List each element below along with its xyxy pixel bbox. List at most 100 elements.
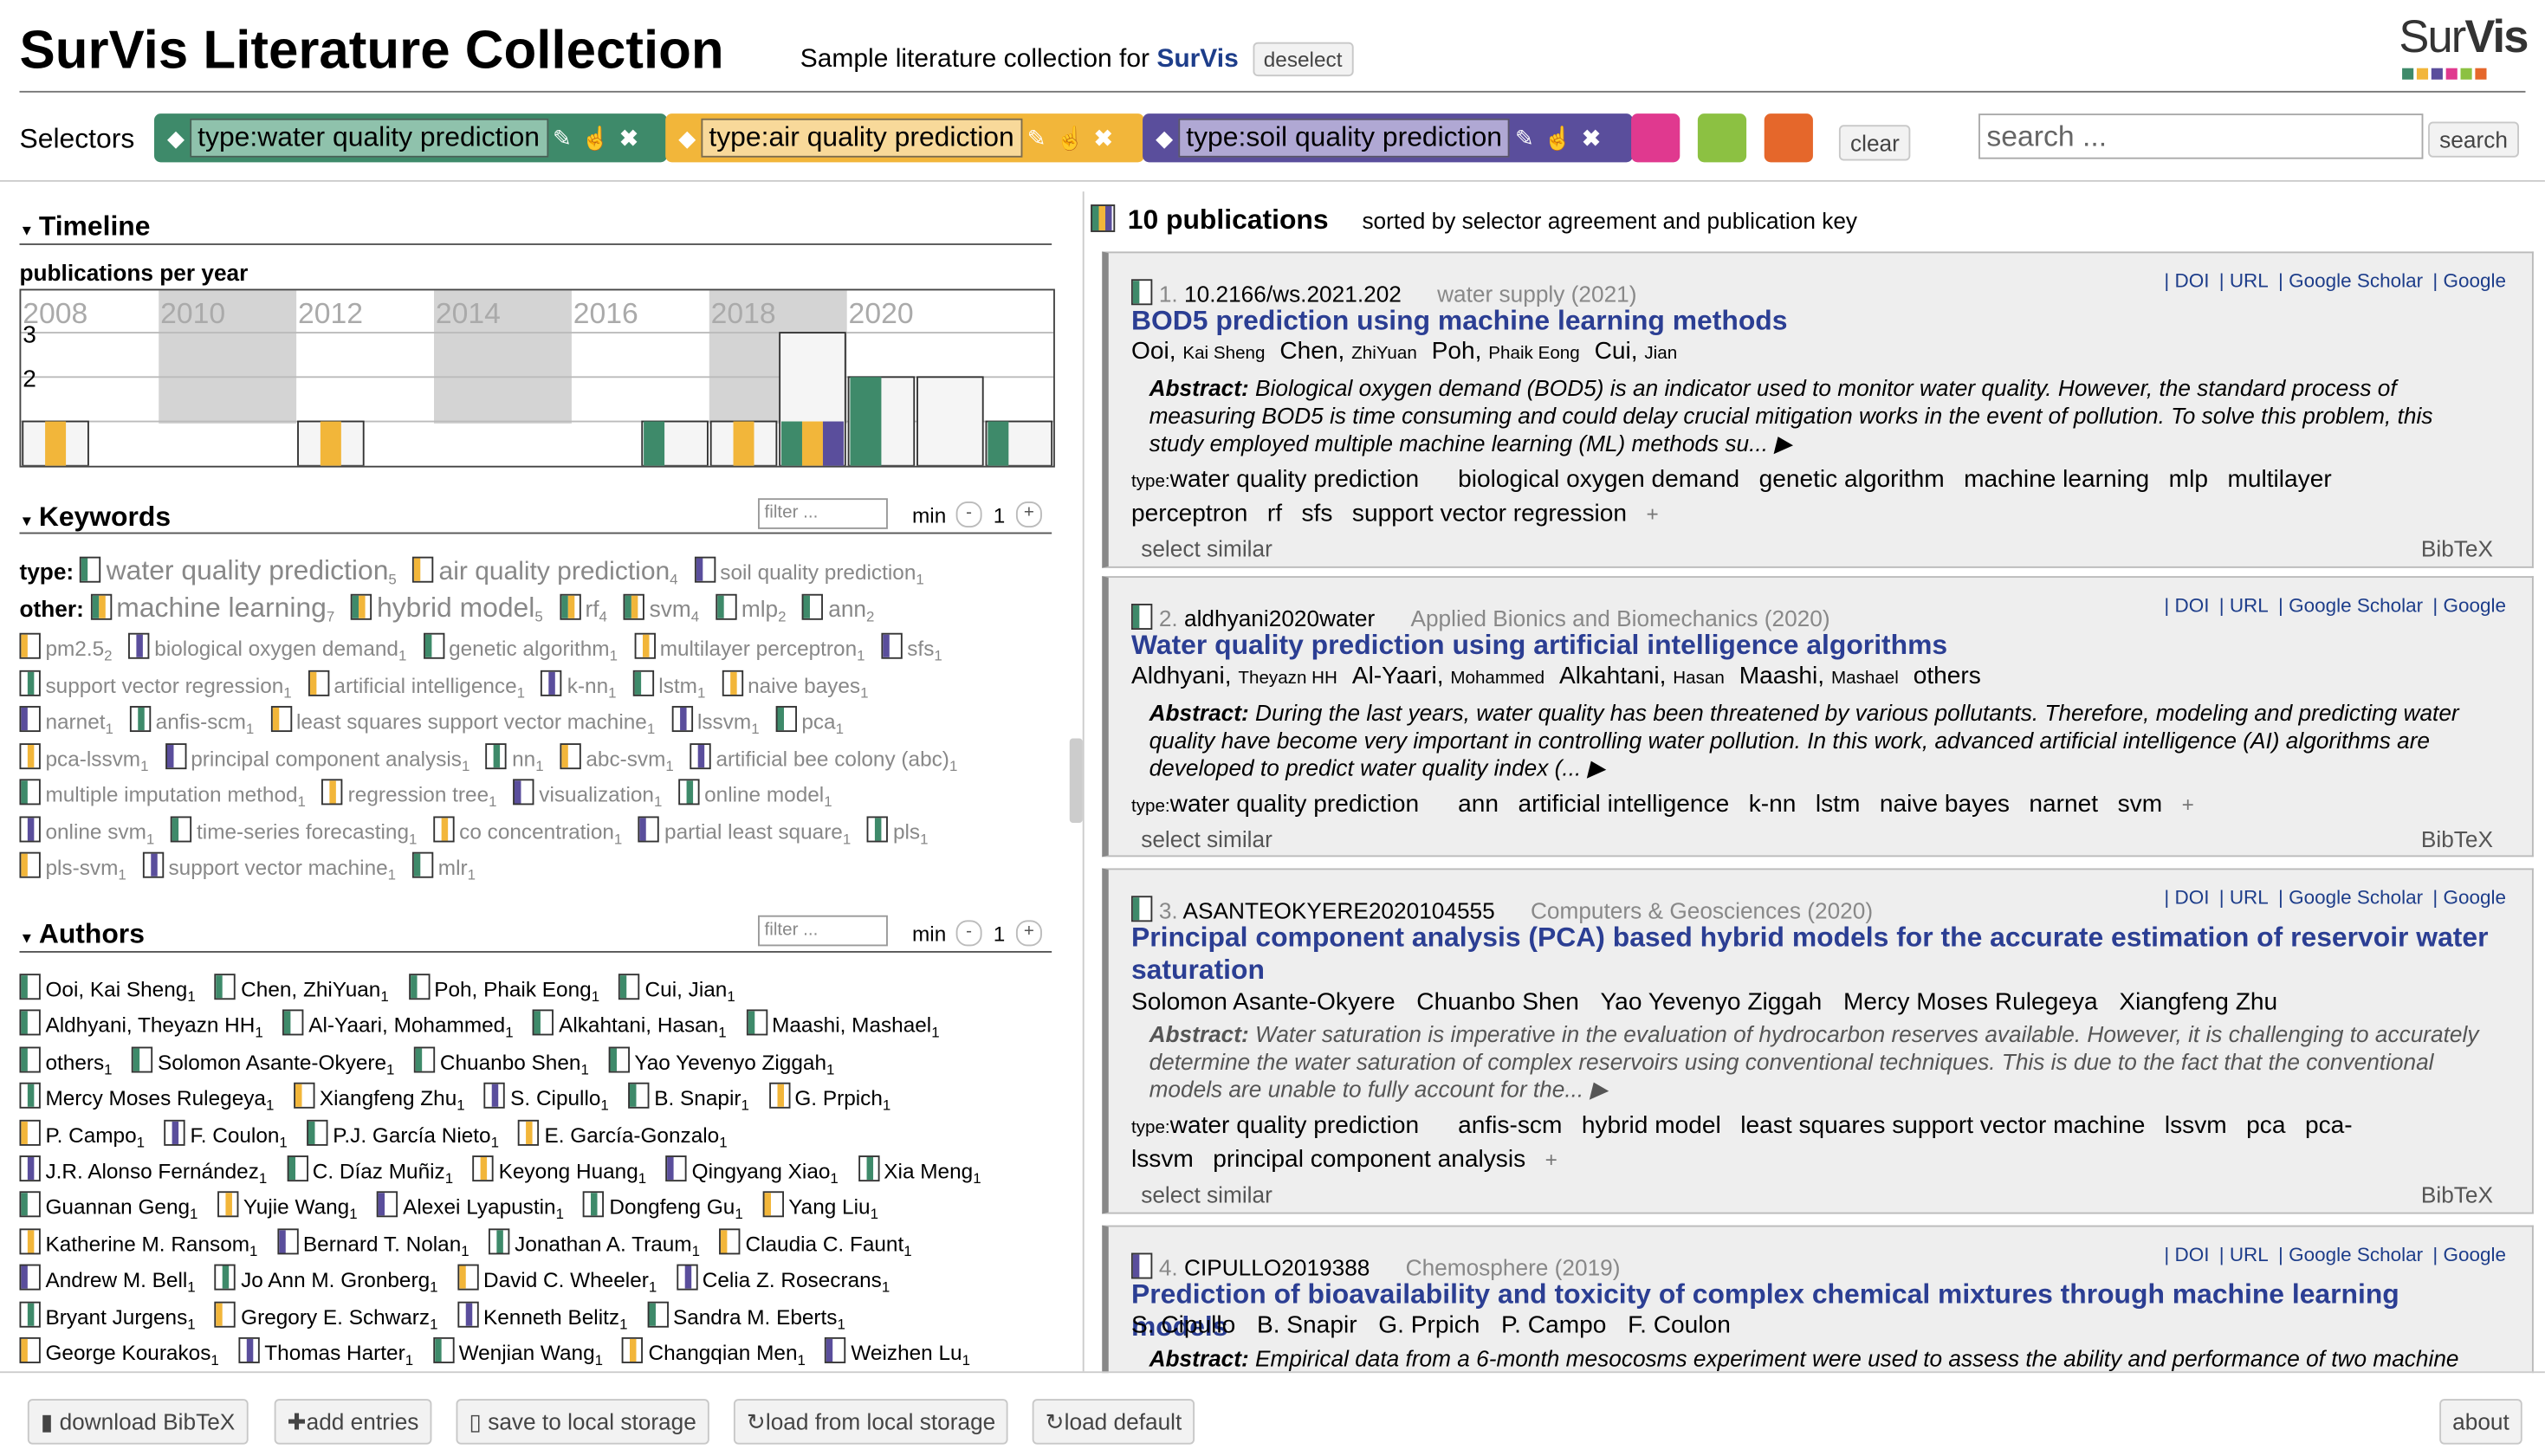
author-item[interactable]: Yao Yevenyo Ziggah1: [608, 1046, 834, 1077]
author-name[interactable]: Aldhyani, Theyazn HH: [1131, 662, 1337, 689]
add-keyword-icon[interactable]: +: [2182, 792, 2194, 816]
keyword-item[interactable]: water quality prediction5: [80, 555, 397, 587]
keyword-tag[interactable]: support vector regression: [1352, 500, 1627, 527]
author-item[interactable]: Jo Ann M. Gronberg1: [215, 1264, 438, 1296]
author-item[interactable]: B. Snapir1: [628, 1083, 749, 1114]
min-decrease-button[interactable]: -: [955, 501, 982, 527]
keyword-tag[interactable]: narnet: [2029, 790, 2098, 818]
author-item[interactable]: Solomon Asante-Okyere1: [132, 1046, 394, 1077]
selector-slot-pink[interactable]: [1631, 113, 1680, 163]
bibtex-button[interactable]: BibTeX: [2421, 535, 2493, 561]
keyword-item[interactable]: anfis-scm1: [129, 706, 254, 737]
author-item[interactable]: E. García-Gonzalo1: [518, 1119, 728, 1150]
year-bar[interactable]: [916, 376, 984, 467]
author-item[interactable]: Yang Liu1: [762, 1192, 878, 1223]
keyword-item[interactable]: mlp2: [715, 593, 787, 624]
abstract-text[interactable]: Empirical data from a 6-month mesocosms …: [1255, 1345, 2458, 1371]
keyword-item[interactable]: nn1: [486, 742, 544, 773]
keyword-item[interactable]: pls1: [866, 815, 929, 846]
keyword-tag[interactable]: pca: [2246, 1111, 2285, 1139]
keyword-item[interactable]: pls-svm1: [19, 851, 126, 883]
author-item[interactable]: Kenneth Belitz1: [457, 1300, 627, 1332]
link-google[interactable]: Google: [2443, 886, 2506, 909]
selector-slot-lime[interactable]: [1697, 113, 1747, 163]
timeline-chart[interactable]: 2008 2010 2012 2014 2016 2018 2020 3 2: [19, 288, 1055, 468]
author-item[interactable]: Bryant Jurgens1: [19, 1300, 196, 1332]
author-name[interactable]: Solomon Asante-Okyere: [1131, 988, 1402, 1016]
author-item[interactable]: David C. Wheeler1: [457, 1264, 657, 1296]
download-bibtex-button[interactable]: ▮ download BibTeX: [27, 1399, 249, 1445]
keyword-tag[interactable]: k-nn: [1749, 790, 1797, 818]
keyword-item[interactable]: support vector regression1: [19, 669, 292, 701]
author-item[interactable]: Weizhen Lu1: [825, 1336, 970, 1369]
author-item[interactable]: Maashi, Mashael1: [746, 1010, 940, 1041]
close-icon[interactable]: ✖: [619, 124, 638, 152]
keyword-tag[interactable]: principal component analysis: [1213, 1146, 1525, 1174]
keyword-item[interactable]: artificial intelligence1: [308, 669, 525, 701]
author-item[interactable]: others1: [19, 1046, 113, 1077]
author-item[interactable]: Sandra M. Eberts1: [646, 1300, 845, 1332]
author-name[interactable]: P. Campo: [1501, 1311, 1613, 1339]
keyword-item[interactable]: air quality prediction4: [412, 556, 678, 587]
keyword-item[interactable]: pm2.52: [19, 632, 113, 663]
keyword-item[interactable]: principal component analysis1: [165, 742, 469, 773]
keyword-item[interactable]: soil quality prediction1: [694, 556, 924, 587]
keyword-item[interactable]: multiple imputation method1: [19, 779, 306, 810]
keyword-tag[interactable]: anfis-scm: [1458, 1111, 1562, 1139]
clear-button[interactable]: clear: [1838, 125, 1912, 161]
keyword-item[interactable]: least squares support vector machine1: [270, 706, 655, 737]
author-item[interactable]: G. Prpich1: [768, 1083, 890, 1114]
author-item[interactable]: Celia Z. Rosecrans1: [676, 1264, 890, 1296]
author-item[interactable]: P. Campo1: [19, 1119, 145, 1150]
author-item[interactable]: Thomas Harter1: [238, 1336, 413, 1369]
author-name[interactable]: Poh, Phaik Eong: [1432, 338, 1580, 366]
keyword-tag[interactable]: genetic algorithm: [1759, 466, 1945, 494]
author-name[interactable]: Chen, ZhiYuan: [1279, 338, 1416, 366]
link-google-scholar[interactable]: Google Scholar: [2289, 269, 2423, 292]
keyword-item[interactable]: online svm1: [19, 815, 154, 846]
timeline-svg[interactable]: 2008 2010 2012 2014 2016 2018 202032: [21, 290, 1054, 467]
type-keyword[interactable]: type:water quality prediction: [1131, 466, 1439, 494]
keyword-item[interactable]: pca-lssvm1: [19, 742, 149, 773]
author-item[interactable]: Bernard T. Nolan1: [276, 1228, 469, 1259]
abstract-text[interactable]: Water saturation is imperative in the ev…: [1149, 1021, 2479, 1103]
author-item[interactable]: Katherine M. Ransom1: [19, 1228, 257, 1259]
keyword-item[interactable]: k-nn1: [541, 669, 617, 701]
author-item[interactable]: Yujie Wang1: [217, 1192, 358, 1223]
author-name[interactable]: Cui, Jian: [1595, 338, 1678, 366]
pencil-icon[interactable]: ✎: [1027, 124, 1046, 152]
keywords-header[interactable]: ▼ Keywords: [19, 502, 171, 534]
abstract-text[interactable]: Biological oxygen demand (BOD5) is an in…: [1149, 375, 2433, 456]
keyword-item[interactable]: naive bayes1: [722, 669, 868, 701]
author-item[interactable]: Keyong Huang1: [472, 1155, 646, 1187]
collapse-icon[interactable]: ▼: [19, 513, 34, 529]
author-item[interactable]: F. Coulon1: [164, 1119, 288, 1150]
keyword-tag[interactable]: svm: [2118, 790, 2163, 818]
publication-title[interactable]: Principal component analysis (PCA) based…: [1131, 922, 2500, 987]
add-entries-button[interactable]: ✚add entries: [274, 1399, 432, 1445]
publication-card[interactable]: 4. CIPULLO2019388 Chemosphere (2019) | DOI…: [1102, 1225, 2534, 1374]
keyword-item[interactable]: rf4: [559, 593, 607, 624]
keyword-item[interactable]: hybrid model5: [351, 592, 543, 624]
author-name[interactable]: F. Coulon: [1628, 1311, 1731, 1339]
keyword-item[interactable]: abc-svm1: [560, 742, 674, 773]
keyword-tag[interactable]: naive bayes: [1880, 790, 2010, 818]
author-item[interactable]: Alkahtani, Hasan1: [533, 1010, 727, 1041]
bibtex-button[interactable]: BibTeX: [2421, 1181, 2493, 1207]
publication-card[interactable]: 2. aldhyani2020water Applied Bionics and …: [1102, 576, 2534, 857]
author-name[interactable]: others: [1914, 662, 1981, 689]
author-item[interactable]: S. Cipullo1: [484, 1083, 609, 1114]
keyword-item[interactable]: regression tree1: [321, 779, 497, 810]
author-name[interactable]: Xiangfeng Zhu: [2119, 988, 2277, 1016]
min-increase-button[interactable]: +: [1015, 920, 1042, 947]
min-increase-button[interactable]: +: [1015, 501, 1042, 527]
author-item[interactable]: Aldhyani, Theyazn HH1: [19, 1010, 263, 1041]
keyword-item[interactable]: artificial bee colony (abc)1: [690, 742, 957, 773]
link-google-scholar[interactable]: Google Scholar: [2289, 1243, 2423, 1265]
author-name[interactable]: Chuanbo Shen: [1416, 988, 1585, 1016]
collapse-icon[interactable]: ▼: [19, 930, 34, 947]
authors-header[interactable]: ▼ Authors: [19, 919, 144, 951]
keyword-item[interactable]: lstm1: [632, 669, 705, 701]
keyword-tag[interactable]: artificial intelligence: [1518, 790, 1729, 818]
author-item[interactable]: Chen, ZhiYuan1: [215, 974, 389, 1005]
